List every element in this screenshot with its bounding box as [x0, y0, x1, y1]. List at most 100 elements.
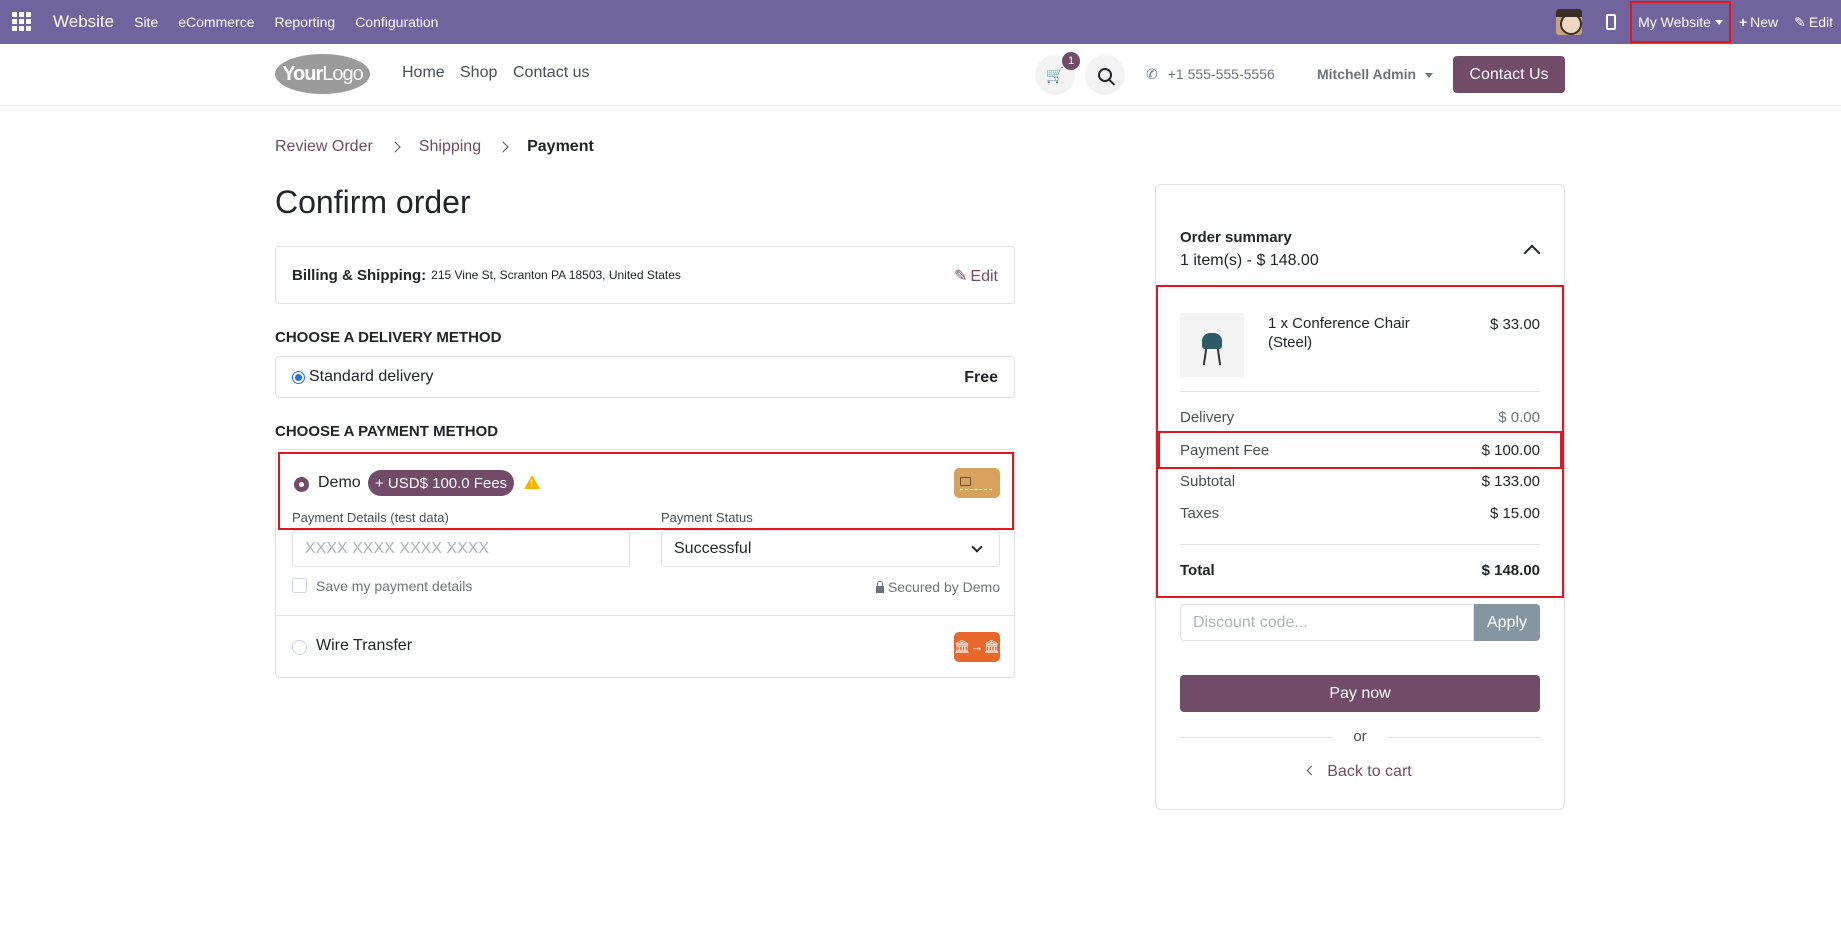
chevron-down-icon	[971, 541, 983, 553]
subtotal-row: Subtotal $ 133.00	[1156, 465, 1564, 497]
new-button[interactable]: + New	[1739, 14, 1778, 30]
pay-now-button[interactable]: Pay now	[1180, 675, 1540, 712]
my-website-label: My Website	[1638, 14, 1711, 30]
warning-icon: !	[524, 475, 540, 489]
billing-address: 215 Vine St, Scranton PA 18503, United S…	[431, 268, 681, 282]
taxes-value: $ 15.00	[1489, 505, 1540, 522]
delivery-heading: Choose a delivery method	[275, 329, 502, 346]
user-menu[interactable]: Mitchell Admin	[1317, 66, 1434, 82]
subtotal-label: Subtotal	[1180, 473, 1236, 490]
divider	[1180, 391, 1540, 392]
cart-icon: 🛒	[1045, 67, 1065, 84]
chevron-right-icon	[389, 141, 401, 153]
delivery-option[interactable]: Standard delivery Free	[275, 356, 1015, 398]
plus-icon: +	[1738, 14, 1748, 30]
order-summary: Order summary 1 item(s) - $ 148.00 1 x C…	[1155, 184, 1565, 810]
lock-icon	[875, 580, 884, 593]
fee-badge: + USD$ 100.0 Fees	[368, 470, 515, 496]
summary-subtitle: 1 item(s) - $ 148.00	[1180, 252, 1319, 269]
edit-address-link[interactable]: ✎ Edit	[954, 266, 998, 286]
secured-by: Secured by Demo	[875, 579, 1000, 595]
apps-grid-icon[interactable]	[12, 12, 34, 32]
payment-fee-row: Payment Fee $ 100.00	[1158, 431, 1562, 469]
site-header: Your Logo Home Shop Contact us 🛒 1 ✆ +1 55…	[0, 44, 1841, 106]
product-price: $ 33.00	[1489, 316, 1540, 333]
menu-reporting[interactable]: Reporting	[274, 14, 335, 30]
phone-icon: ✆	[1146, 66, 1158, 82]
chevron-left-icon	[1306, 765, 1317, 776]
taxes-row: Taxes $ 15.00	[1156, 497, 1564, 529]
contact-us-button[interactable]: Contact Us	[1453, 56, 1565, 93]
menu-ecommerce[interactable]: eCommerce	[178, 14, 254, 30]
back-to-cart-label: Back to cart	[1327, 763, 1412, 780]
menu-configuration[interactable]: Configuration	[355, 14, 438, 30]
delivery-label: Delivery	[1180, 409, 1235, 426]
phone-number: +1 555-555-5556	[1167, 66, 1275, 82]
search-icon	[1098, 68, 1112, 82]
credit-card-icon	[954, 468, 1000, 498]
nav-home[interactable]: Home	[402, 64, 445, 82]
payment-fee-label: Payment Fee	[1180, 442, 1270, 459]
phone-link[interactable]: ✆ +1 555-555-5556	[1146, 66, 1275, 83]
payment-status-value: Successful	[674, 539, 752, 557]
page-title: Confirm order	[275, 184, 471, 220]
order-lines-panel: 1 x Conference Chair (Steel) $ 33.00 Del…	[1156, 285, 1564, 598]
mobile-preview-icon[interactable]	[1606, 14, 1617, 30]
delivery-value: $ 0.00	[1498, 409, 1540, 426]
search-button[interactable]	[1085, 55, 1125, 95]
user-avatar[interactable]	[1556, 9, 1583, 35]
total-value: $ 148.00	[1481, 562, 1540, 579]
breadcrumb-payment: Payment	[527, 138, 594, 155]
app-name[interactable]: Website	[53, 12, 114, 32]
caret-down-icon	[1714, 19, 1723, 25]
product-image[interactable]	[1180, 313, 1244, 377]
payment-fee-value: $ 100.00	[1481, 442, 1540, 459]
wire-transfer-radio[interactable]	[292, 640, 307, 655]
caret-down-icon	[1425, 72, 1434, 78]
delivery-row: Delivery $ 0.00	[1156, 401, 1564, 433]
edit-label: Edit	[1808, 14, 1833, 30]
logo-text: Logo	[322, 62, 363, 85]
payment-heading: Choose a payment method	[275, 423, 499, 440]
demo-label: Demo	[318, 474, 361, 491]
discount-code-input[interactable]: Discount code...	[1180, 604, 1474, 641]
cart-button[interactable]: 🛒 1	[1035, 52, 1080, 95]
billing-label: Billing & Shipping:	[292, 266, 427, 284]
save-payment-checkbox[interactable]	[292, 578, 307, 593]
or-separator: or	[1353, 728, 1367, 745]
delivery-radio[interactable]	[292, 370, 305, 384]
total-row: Total $ 148.00	[1156, 554, 1564, 586]
wire-transfer-label[interactable]: Wire Transfer	[316, 637, 412, 655]
breadcrumb-shipping[interactable]: Shipping	[419, 138, 481, 156]
save-payment-label: Save my payment details	[316, 578, 473, 594]
apply-button[interactable]: Apply	[1474, 604, 1540, 641]
cart-count-badge: 1	[1062, 52, 1080, 70]
product-name[interactable]: 1 x Conference Chair (Steel)	[1268, 314, 1438, 352]
back-to-cart-link[interactable]: Back to cart	[1156, 763, 1564, 781]
divider	[276, 615, 1014, 616]
demo-payment-option[interactable]: Demo + USD$ 100.0 Fees ! Payment Details…	[278, 452, 1014, 530]
menu-site[interactable]: Site	[134, 14, 158, 30]
card-number-input[interactable]: XXXX XXXX XXXX XXXX	[292, 530, 630, 567]
demo-radio[interactable]	[294, 477, 309, 492]
payment-status-label: Payment Status	[661, 510, 753, 525]
divider	[1180, 544, 1540, 545]
nav-shop[interactable]: Shop	[460, 64, 497, 82]
delivery-option-price: Free	[964, 369, 998, 386]
payment-status-select[interactable]: Successful	[661, 530, 1000, 567]
breadcrumb: Review Order Shipping Payment	[275, 138, 594, 156]
pencil-icon: ✎	[1794, 13, 1806, 30]
nav-contact-us[interactable]: Contact us	[513, 64, 589, 82]
site-logo[interactable]: Your Logo	[275, 54, 370, 94]
chevron-right-icon	[497, 141, 509, 153]
breadcrumb-review-order[interactable]: Review Order	[275, 138, 373, 156]
chevron-up-icon[interactable]	[1523, 244, 1541, 262]
edit-address-label: Edit	[970, 268, 998, 285]
taxes-label: Taxes	[1180, 505, 1220, 522]
billing-shipping-card: Billing & Shipping: 215 Vine St, Scranto…	[275, 246, 1015, 304]
edit-button[interactable]: ✎ Edit	[1794, 14, 1833, 31]
admin-bar: Website Site eCommerce Reporting Configu…	[0, 0, 1841, 44]
summary-title: Order summary	[1180, 229, 1292, 246]
bank-transfer-icon: 🏛→🏛	[954, 632, 1000, 662]
my-website-dropdown[interactable]: My Website	[1630, 1, 1731, 43]
